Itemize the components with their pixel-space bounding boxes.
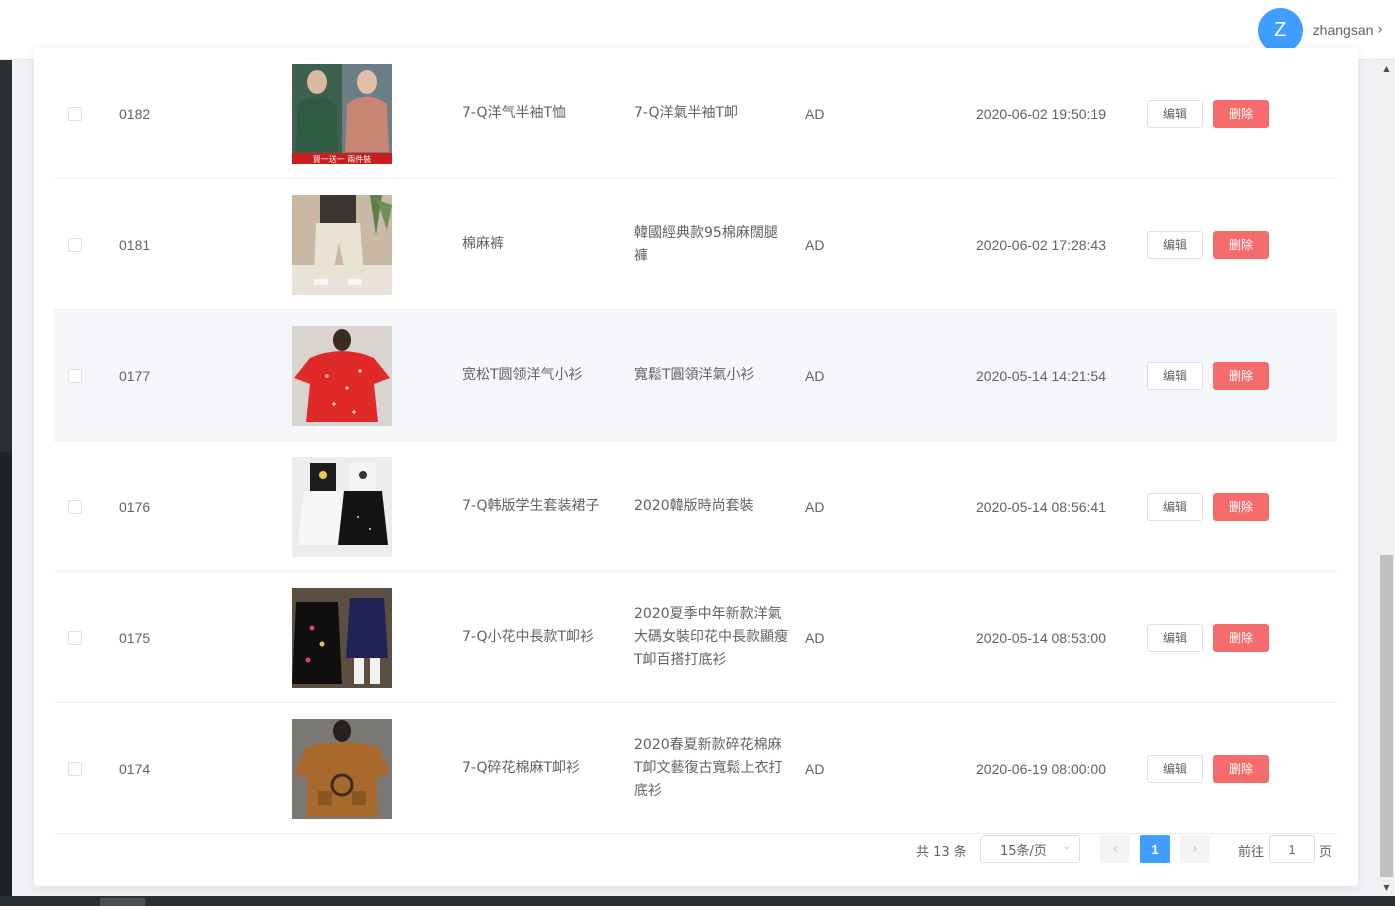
username[interactable]: zhangsan xyxy=(1313,22,1374,38)
row-checkbox[interactable] xyxy=(68,368,82,383)
product-name: 7-Q碎花棉麻T卹衫 xyxy=(462,760,581,776)
sidebar-strip-lower xyxy=(0,452,12,906)
chevron-right-icon[interactable]: › xyxy=(1377,22,1383,38)
pagination: 共 13 条 15条/页 ⌄ ‹ 1 › 前往 页 xyxy=(34,835,1358,865)
delete-button[interactable]: 删除 xyxy=(1213,492,1269,521)
edit-button[interactable]: 编辑 xyxy=(1147,99,1203,128)
product-name-traditional: 2020春夏新款碎花棉麻T卹文藝復古寬鬆上衣打底衫 xyxy=(634,737,783,799)
row-checkbox[interactable] xyxy=(68,630,82,645)
user-menu[interactable]: Z zhangsan › xyxy=(1257,7,1383,53)
table-row: 0177 宽松T圆领洋气小衫 寬鬆T圓領洋氣小衫 AD 2020-05-14 1… xyxy=(54,310,1337,441)
avatar[interactable]: Z xyxy=(1257,7,1303,53)
product-name: 7-Q小花中長款T卹衫 xyxy=(462,629,595,645)
goto-label: 前往 xyxy=(1238,845,1265,860)
page-size-select[interactable]: 15条/页 ⌄ xyxy=(980,835,1080,863)
created-time: 2020-06-02 19:50:19 xyxy=(976,105,1106,122)
product-name-traditional: 韓國經典款95棉麻闊腿褲 xyxy=(634,224,778,264)
product-name: 7-Q韩版学生套装裙子 xyxy=(462,498,600,514)
edit-button[interactable]: 编辑 xyxy=(1147,754,1203,783)
next-page-button[interactable]: › xyxy=(1180,835,1210,863)
product-thumbnail xyxy=(292,718,392,819)
page-size-value: 15条/页 xyxy=(1000,843,1047,859)
row-checkbox[interactable] xyxy=(68,761,82,776)
table-row: 0175 7-Q小花中長款T卹衫 2020夏季中年新款洋氣大碼女裝印花中長款顯瘦… xyxy=(54,572,1337,703)
product-name: 棉麻裤 xyxy=(462,236,504,252)
edit-button[interactable]: 编辑 xyxy=(1147,361,1203,390)
created-time: 2020-06-19 08:00:00 xyxy=(976,760,1106,777)
delete-button[interactable]: 删除 xyxy=(1213,623,1269,652)
goto-suffix: 页 xyxy=(1319,845,1333,860)
creator: AD xyxy=(805,236,825,253)
row-id: 0174 xyxy=(119,760,151,777)
delete-button[interactable]: 删除 xyxy=(1213,230,1269,259)
row-id: 0182 xyxy=(119,105,151,122)
product-name-traditional: 寬鬆T圓領洋氣小衫 xyxy=(634,367,755,383)
product-thumbnail xyxy=(292,587,392,688)
table-row: 0182 買一送一 兩件裝 7-Q洋气半袖T恤 7-Q洋氣半袖T卹 AD 202… xyxy=(54,48,1337,179)
table-row: 0176 7-Q韩版学生套装裙子 2020韓版時尚套裝 AD 2020-05-1… xyxy=(54,441,1337,572)
page-number-current[interactable]: 1 xyxy=(1140,835,1170,863)
creator: AD xyxy=(805,367,825,384)
product-name-traditional: 2020夏季中年新款洋氣大碼女裝印花中長款顯瘦T卹百搭打底衫 xyxy=(634,606,788,668)
bottom-bar-thumb xyxy=(100,898,145,906)
product-name: 宽松T圆领洋气小衫 xyxy=(462,367,583,383)
product-name-traditional: 2020韓版時尚套裝 xyxy=(634,498,754,514)
row-checkbox[interactable] xyxy=(68,237,82,252)
delete-button[interactable]: 删除 xyxy=(1213,361,1269,390)
scrollbar-thumb[interactable] xyxy=(1380,555,1393,877)
pagination-total: 共 13 条 xyxy=(916,845,967,860)
created-time: 2020-06-02 17:28:43 xyxy=(976,236,1106,253)
thumbnail-caption: 買一送一 兩件裝 xyxy=(313,154,372,164)
product-thumbnail: 買一送一 兩件裝 xyxy=(292,63,392,164)
row-id: 0177 xyxy=(119,367,151,384)
product-thumbnail xyxy=(292,194,392,295)
vertical-scrollbar[interactable]: ▲ ▼ xyxy=(1378,60,1395,896)
row-id: 0181 xyxy=(119,236,151,253)
sidebar-strip xyxy=(0,60,12,906)
creator: AD xyxy=(805,629,825,646)
edit-button[interactable]: 编辑 xyxy=(1147,230,1203,259)
edit-button[interactable]: 编辑 xyxy=(1147,492,1203,521)
product-name-traditional: 7-Q洋氣半袖T卹 xyxy=(634,105,739,121)
goto-page-input[interactable] xyxy=(1269,835,1315,863)
product-name: 7-Q洋气半袖T恤 xyxy=(462,105,567,121)
creator: AD xyxy=(805,105,825,122)
creator: AD xyxy=(805,498,825,515)
content-card: 0182 買一送一 兩件裝 7-Q洋气半袖T恤 7-Q洋氣半袖T卹 AD 202… xyxy=(34,48,1358,886)
prev-page-button[interactable]: ‹ xyxy=(1100,835,1130,863)
created-time: 2020-05-14 08:53:00 xyxy=(976,629,1106,646)
row-checkbox[interactable] xyxy=(68,499,82,514)
row-checkbox[interactable] xyxy=(68,106,82,121)
row-id: 0175 xyxy=(119,629,151,646)
created-time: 2020-05-14 08:56:41 xyxy=(976,498,1106,515)
product-thumbnail xyxy=(292,325,392,426)
delete-button[interactable]: 删除 xyxy=(1213,754,1269,783)
edit-button[interactable]: 编辑 xyxy=(1147,623,1203,652)
bottom-bar xyxy=(0,896,1395,906)
chevron-down-icon: ⌄ xyxy=(1062,841,1071,852)
delete-button[interactable]: 删除 xyxy=(1213,99,1269,128)
scroll-up-arrow-icon[interactable]: ▲ xyxy=(1378,60,1395,77)
table-row: 0181 棉麻裤 韓國經典款95棉麻闊腿褲 AD 2020-06-02 17:2… xyxy=(54,179,1337,310)
created-time: 2020-05-14 14:21:54 xyxy=(976,367,1106,384)
creator: AD xyxy=(805,760,825,777)
table-row: 0174 7-Q碎花棉麻T卹衫 2020春夏新款碎花棉麻T卹文藝復古寬鬆上衣打底… xyxy=(54,703,1337,834)
scroll-down-arrow-icon[interactable]: ▼ xyxy=(1378,879,1395,896)
row-id: 0176 xyxy=(119,498,151,515)
product-thumbnail xyxy=(292,456,392,557)
